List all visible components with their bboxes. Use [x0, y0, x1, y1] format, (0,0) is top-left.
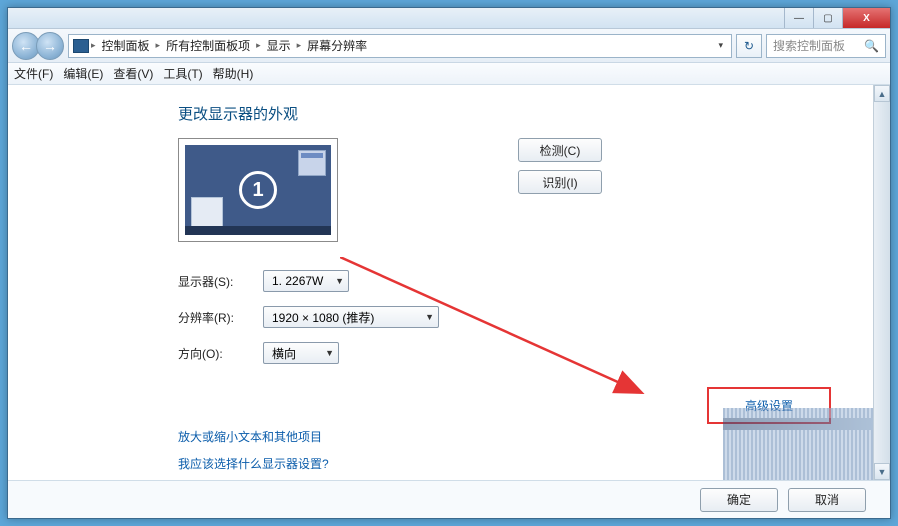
page-title: 更改显示器的外观 — [178, 103, 873, 124]
menu-edit[interactable]: 编辑(E) — [63, 65, 103, 82]
content-area: 更改显示器的外观 1 检测(C) 识别(I) 显示器(S) — [8, 85, 873, 480]
minimize-button[interactable]: — — [784, 8, 813, 28]
resolution-label: 分辨率(R): — [178, 309, 263, 326]
search-icon: 🔍 — [864, 39, 879, 53]
breadcrumb[interactable]: 所有控制面板项 — [162, 37, 254, 54]
menu-bar: 文件(F) 编辑(E) 查看(V) 工具(T) 帮助(H) — [8, 63, 890, 85]
breadcrumb[interactable]: 显示 — [263, 37, 295, 54]
display-label: 显示器(S): — [178, 273, 263, 290]
ok-button[interactable]: 确定 — [700, 488, 778, 512]
identify-button[interactable]: 识别(I) — [518, 170, 602, 194]
scroll-up-button[interactable]: ▲ — [874, 85, 890, 102]
scroll-down-button[interactable]: ▼ — [874, 463, 890, 480]
navigation-row: ← → ▸ 控制面板 ▸ 所有控制面板项 ▸ 显示 ▸ 屏幕分辨率 ▾ ↻ 搜索… — [8, 29, 890, 63]
chevron-right-icon: ▸ — [91, 40, 96, 51]
mini-taskbar-icon — [185, 226, 331, 235]
address-dropdown-icon[interactable]: ▾ — [714, 40, 727, 51]
chevron-right-icon: ▸ — [156, 40, 161, 51]
detect-button[interactable]: 检测(C) — [518, 138, 602, 162]
vertical-scrollbar[interactable]: ▲ ▼ — [873, 85, 890, 480]
menu-view[interactable]: 查看(V) — [113, 65, 153, 82]
resolution-dropdown[interactable]: 1920 × 1080 (推荐) ▼ — [263, 306, 439, 328]
titlebar: — ▢ X — [8, 8, 890, 29]
search-input[interactable]: 搜索控制面板 🔍 — [766, 34, 886, 58]
forward-button[interactable]: → — [36, 32, 64, 60]
orientation-dropdown[interactable]: 横向 ▼ — [263, 342, 339, 364]
scroll-track[interactable] — [874, 102, 890, 463]
orientation-label: 方向(O): — [178, 345, 263, 362]
cancel-button[interactable]: 取消 — [788, 488, 866, 512]
chevron-down-icon: ▼ — [425, 312, 434, 322]
breadcrumb[interactable]: 屏幕分辨率 — [303, 37, 371, 54]
menu-help[interactable]: 帮助(H) — [213, 65, 254, 82]
mini-window-icon — [298, 150, 326, 176]
monitor-preview[interactable]: 1 — [178, 138, 338, 242]
menu-tools[interactable]: 工具(T) — [163, 65, 202, 82]
decorative-image — [723, 408, 873, 480]
orientation-value: 横向 — [272, 345, 296, 362]
close-button[interactable]: X — [842, 8, 890, 28]
bottom-bar: 确定 取消 — [8, 480, 890, 518]
chevron-right-icon: ▸ — [256, 40, 261, 51]
breadcrumb[interactable]: 控制面板 — [98, 37, 154, 54]
maximize-button[interactable]: ▢ — [813, 8, 842, 28]
menu-file[interactable]: 文件(F) — [14, 65, 53, 82]
resolution-value: 1920 × 1080 (推荐) — [272, 309, 374, 326]
content-wrap: 更改显示器的外观 1 检测(C) 识别(I) 显示器(S) — [8, 85, 890, 480]
chevron-down-icon: ▼ — [325, 348, 334, 358]
display-dropdown[interactable]: 1. 2267W ▼ — [263, 270, 349, 292]
mini-start-icon — [191, 197, 223, 229]
display-value: 1. 2267W — [272, 274, 323, 288]
address-bar[interactable]: ▸ 控制面板 ▸ 所有控制面板项 ▸ 显示 ▸ 屏幕分辨率 ▾ — [68, 34, 732, 58]
search-placeholder: 搜索控制面板 — [773, 37, 845, 54]
refresh-button[interactable]: ↻ — [736, 34, 762, 58]
chevron-down-icon: ▼ — [335, 276, 344, 286]
chevron-right-icon: ▸ — [297, 40, 302, 51]
window: — ▢ X ← → ▸ 控制面板 ▸ 所有控制面板项 ▸ 显示 ▸ 屏幕分辨率 … — [7, 7, 891, 519]
control-panel-icon — [73, 39, 89, 53]
monitor-number: 1 — [239, 171, 277, 209]
